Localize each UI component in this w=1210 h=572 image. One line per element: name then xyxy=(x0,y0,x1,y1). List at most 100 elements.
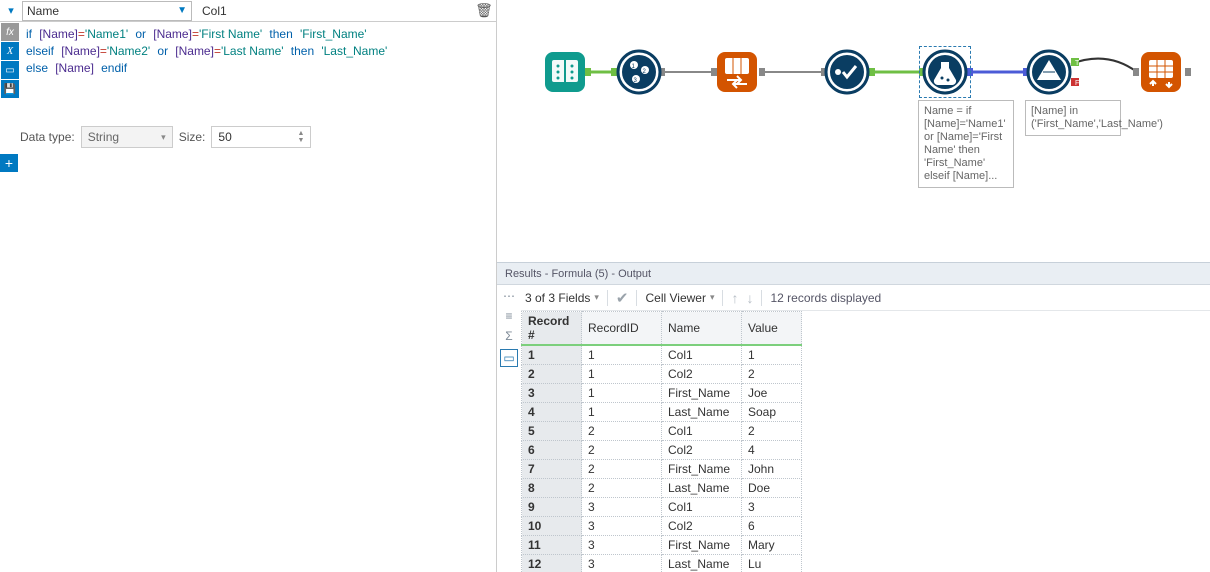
results-grid-container: Record # RecordID Name Value 11Col1121Co… xyxy=(521,311,1210,572)
cell-record-num: 4 xyxy=(522,403,582,422)
table-row[interactable]: 31First_NameJoe xyxy=(522,384,802,403)
delete-field-button[interactable]: 🗑 xyxy=(472,2,496,19)
cell-viewer-dropdown[interactable]: Cell Viewer ▾ xyxy=(645,291,714,305)
chevron-down-icon: ▾ xyxy=(161,132,166,143)
datatype-label: Data type: xyxy=(20,130,75,144)
save-icon[interactable]: 💾 xyxy=(1,80,19,98)
cell-name: Col2 xyxy=(662,365,742,384)
select-tool[interactable] xyxy=(826,51,868,93)
cell-name: Last_Name xyxy=(662,479,742,498)
size-label: Size: xyxy=(179,130,206,144)
cell-record-num: 8 xyxy=(522,479,582,498)
down-arrow-icon[interactable]: ↓ xyxy=(746,290,753,306)
cell-name: Last_Name xyxy=(662,555,742,572)
records-count-label: 12 records displayed xyxy=(770,291,881,305)
cell-record-id: 1 xyxy=(582,403,662,422)
cell-record-id: 2 xyxy=(582,479,662,498)
output-column-label: Col1 xyxy=(198,4,472,18)
chevron-down-icon: ▼ xyxy=(177,5,187,16)
table-row[interactable]: 93Col13 xyxy=(522,498,802,517)
col-value[interactable]: Value xyxy=(742,312,802,346)
cell-value: Lu xyxy=(742,555,802,572)
table-row[interactable]: 62Col24 xyxy=(522,441,802,460)
transpose-tool[interactable] xyxy=(717,52,757,92)
table-row[interactable]: 11Col11 xyxy=(522,345,802,365)
actions-menu-icon[interactable]: ⋯ xyxy=(503,289,515,303)
cell-record-num: 12 xyxy=(522,555,582,572)
expression-editor[interactable]: if [Name]='Name1' or [Name]='First Name'… xyxy=(20,22,496,98)
cell-value: 4 xyxy=(742,441,802,460)
metadata-view-icon[interactable]: ▭ xyxy=(500,349,517,367)
results-title: Results - Formula (5) - Output xyxy=(497,263,1210,285)
expression-toolbar: fx X ▭ 💾 xyxy=(0,22,20,98)
results-toolbar: 3 of 3 Fields ▾ ✔ Cell Viewer ▾ ↑ ↓ 12 r… xyxy=(521,285,1210,311)
table-row[interactable]: 113First_NameMary xyxy=(522,536,802,555)
cell-value: Doe xyxy=(742,479,802,498)
cell-record-id: 2 xyxy=(582,441,662,460)
cell-record-id: 3 xyxy=(582,498,662,517)
datatype-select[interactable]: String ▾ xyxy=(81,126,173,148)
cell-value: Joe xyxy=(742,384,802,403)
filter-tool[interactable] xyxy=(1028,51,1070,93)
size-input[interactable]: 50 ▲▼ xyxy=(211,126,311,148)
cell-record-id: 3 xyxy=(582,517,662,536)
cell-name: Col1 xyxy=(662,498,742,517)
cell-record-id: 1 xyxy=(582,384,662,403)
cell-record-id: 2 xyxy=(582,460,662,479)
table-row[interactable]: 103Col26 xyxy=(522,517,802,536)
formula-tool-annotation: Name = if [Name]='Name1' or [Name]='Firs… xyxy=(918,100,1014,188)
cell-value: 3 xyxy=(742,498,802,517)
selection-outline xyxy=(919,46,971,98)
sigma-icon[interactable]: Σ xyxy=(505,329,512,343)
cell-value: 6 xyxy=(742,517,802,536)
table-row[interactable]: 21Col22 xyxy=(522,365,802,384)
record-id-tool[interactable]: 1 2 3 xyxy=(618,51,660,93)
table-row[interactable]: 52Col12 xyxy=(522,422,802,441)
col-record-id[interactable]: RecordID xyxy=(582,312,662,346)
cell-record-id: 3 xyxy=(582,555,662,572)
cell-record-id: 2 xyxy=(582,422,662,441)
cell-record-num: 11 xyxy=(522,536,582,555)
results-side-toolbar: ⋯ ≡ Σ ▭ xyxy=(497,285,521,572)
cell-value: 1 xyxy=(742,345,802,365)
output-field-name: Name xyxy=(27,4,59,18)
cell-record-num: 7 xyxy=(522,460,582,479)
cell-record-id: 3 xyxy=(582,536,662,555)
apply-check-icon[interactable]: ✔ xyxy=(616,289,629,307)
crosstab-tool[interactable] xyxy=(1141,52,1181,92)
table-row[interactable]: 123Last_NameLu xyxy=(522,555,802,572)
field-header: ▾ Name ▼ Col1 🗑 xyxy=(0,0,496,22)
results-grid[interactable]: Record # RecordID Name Value 11Col1121Co… xyxy=(521,311,802,572)
cell-record-num: 2 xyxy=(522,365,582,384)
col-record-num[interactable]: Record # xyxy=(522,312,582,346)
table-row[interactable]: 72First_NameJohn xyxy=(522,460,802,479)
output-field-select[interactable]: Name ▼ xyxy=(22,1,192,21)
collapse-chevron-icon[interactable]: ▾ xyxy=(0,4,22,17)
datatype-row: Data type: String ▾ Size: 50 ▲▼ xyxy=(20,126,311,148)
up-arrow-icon[interactable]: ↑ xyxy=(731,290,738,306)
open-icon[interactable]: ▭ xyxy=(1,61,19,79)
formula-config-panel: ▾ Name ▼ Col1 🗑 fx X ▭ 💾 if [Name]='Name… xyxy=(0,0,497,572)
svg-text:T: T xyxy=(1075,60,1080,67)
cell-value: 2 xyxy=(742,365,802,384)
cell-value: Soap xyxy=(742,403,802,422)
grid-header-row: Record # RecordID Name Value xyxy=(522,312,802,346)
cell-value: John xyxy=(742,460,802,479)
cell-name: First_Name xyxy=(662,536,742,555)
fields-dropdown[interactable]: 3 of 3 Fields ▾ xyxy=(525,291,599,305)
cell-record-num: 3 xyxy=(522,384,582,403)
text-input-tool[interactable] xyxy=(545,52,585,92)
variable-icon[interactable]: X xyxy=(1,42,19,60)
col-name[interactable]: Name xyxy=(662,312,742,346)
cell-name: First_Name xyxy=(662,384,742,403)
spinner-icon[interactable]: ▲▼ xyxy=(297,130,304,144)
fx-icon[interactable]: fx xyxy=(1,23,19,41)
cell-value: Mary xyxy=(742,536,802,555)
table-row[interactable]: 41Last_NameSoap xyxy=(522,403,802,422)
add-field-button[interactable]: + xyxy=(0,154,18,172)
cell-record-id: 1 xyxy=(582,365,662,384)
table-row[interactable]: 82Last_NameDoe xyxy=(522,479,802,498)
list-view-icon[interactable]: ≡ xyxy=(505,309,512,323)
workflow-canvas[interactable]: T F 1 2 3 xyxy=(497,0,1210,262)
cell-value: 2 xyxy=(742,422,802,441)
